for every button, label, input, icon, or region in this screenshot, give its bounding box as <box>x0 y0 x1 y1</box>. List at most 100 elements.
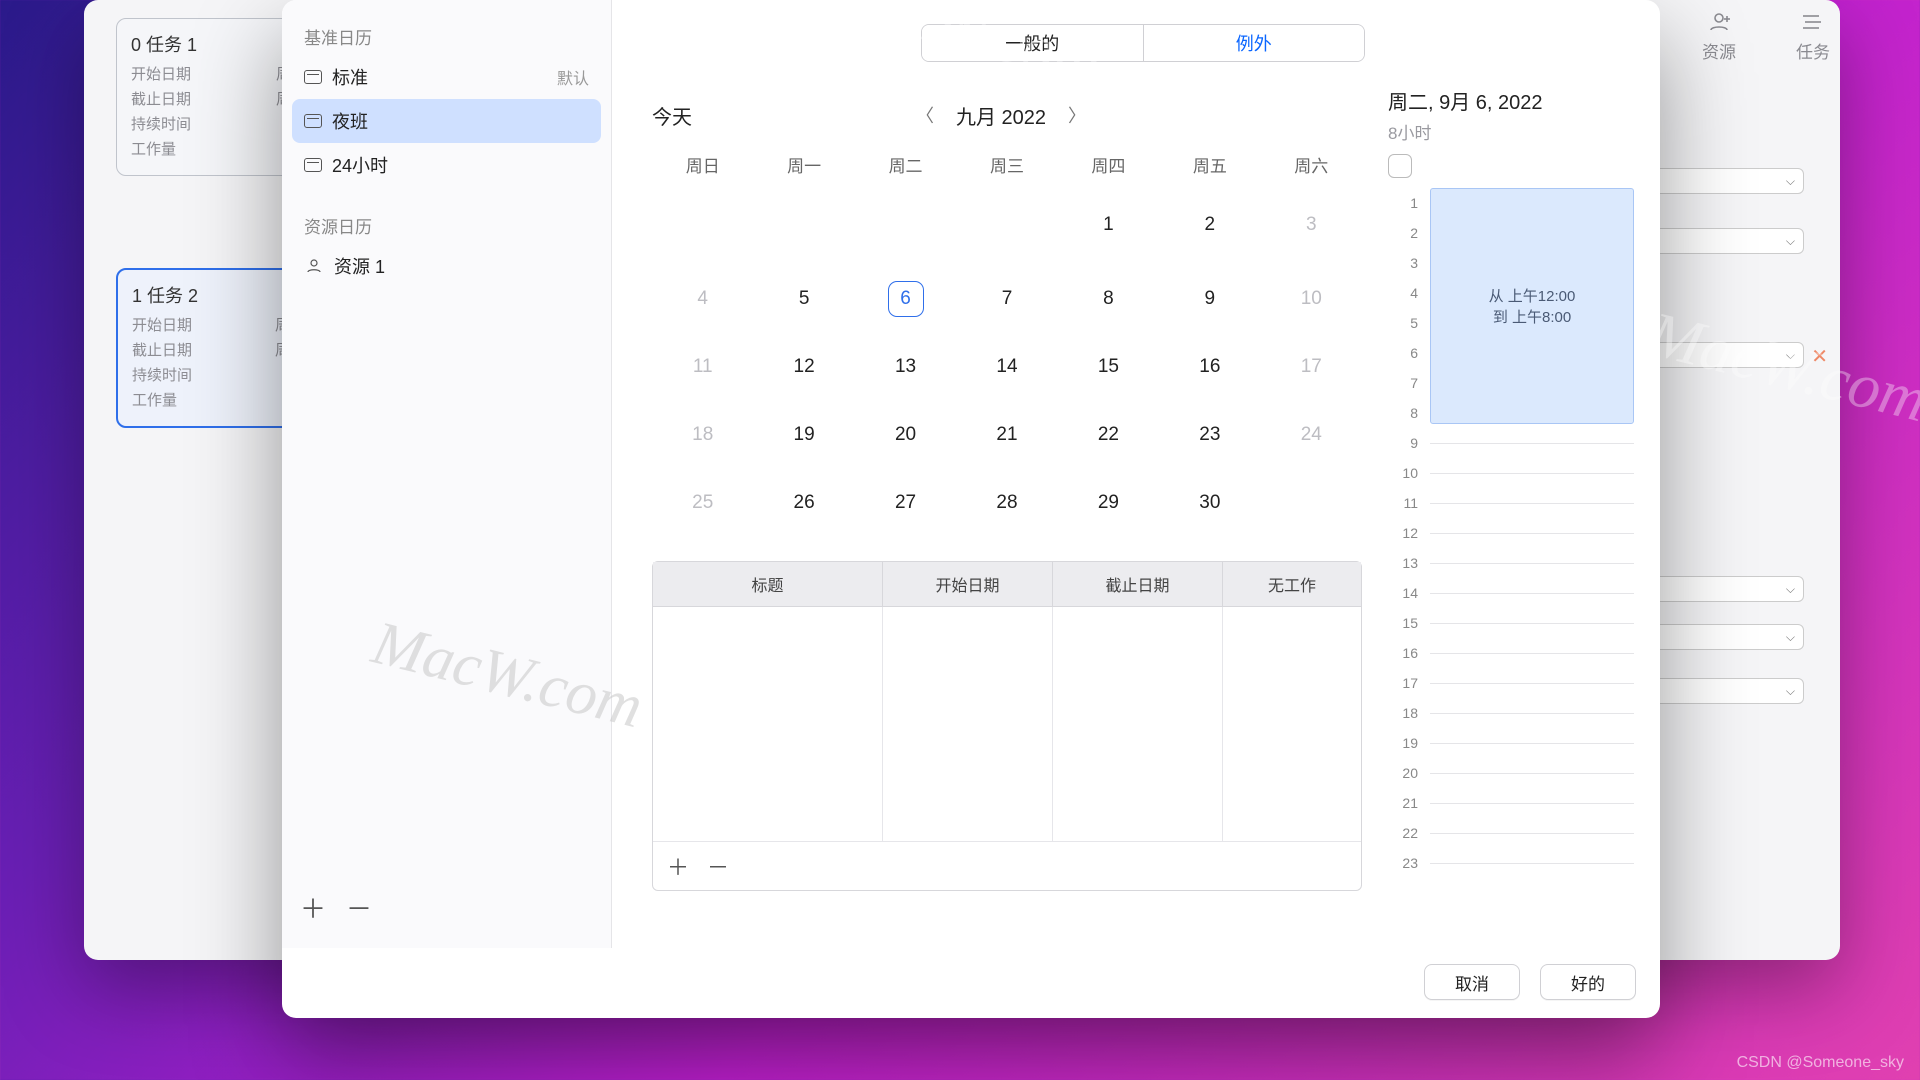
segmented-control: 一般的 例外 <box>921 24 1365 62</box>
calendar-day[interactable]: 7 <box>956 265 1057 333</box>
hour-label: 7 <box>1388 368 1424 398</box>
calendar-day[interactable]: 19 <box>753 401 854 469</box>
allday-checkbox[interactable] <box>1388 154 1412 178</box>
calendar-day[interactable]: 6 <box>855 265 956 333</box>
hour-label: 2 <box>1388 218 1424 248</box>
hour-label: 13 <box>1388 548 1424 578</box>
calendar-day[interactable]: 5 <box>753 265 854 333</box>
task-card-1[interactable]: 1 任务 2 开始日期周 截止日期周 持续时间1 工作量1 <box>116 268 306 428</box>
bg-field-2[interactable]: ⌵ <box>1644 228 1804 254</box>
calendar-day <box>855 191 956 265</box>
table-remove-button[interactable]: － <box>707 850 729 882</box>
calendar-day[interactable]: 23 <box>1159 401 1260 469</box>
next-month-button[interactable]: 〉 <box>1062 98 1092 132</box>
bg-field-6[interactable]: ⌵ <box>1644 678 1804 704</box>
calendar-day[interactable]: 12 <box>753 333 854 401</box>
toolbar-tasks[interactable]: 任务 <box>1796 10 1830 63</box>
day-timeline[interactable]: 1234567891011121314151617181920212223 从 … <box>1388 188 1634 928</box>
col-nowork[interactable]: 无工作 <box>1223 562 1361 606</box>
calendar-day <box>753 191 854 265</box>
hour-label: 15 <box>1388 608 1424 638</box>
calendar-day[interactable]: 8 <box>1058 265 1159 333</box>
sidebar-item-standard[interactable]: 标准 默认 <box>292 55 601 99</box>
bg-field-3[interactable]: ⌵ <box>1644 342 1804 368</box>
duration-label: 8小时 <box>1388 119 1634 144</box>
calendar-day <box>956 191 1057 265</box>
calendar-day[interactable]: 1 <box>1058 191 1159 265</box>
task-card-0[interactable]: 0 任务 1 开始日期周 截止日期周 持续时间1 工作量1 <box>116 18 306 176</box>
hour-label: 11 <box>1388 488 1424 518</box>
calendar-day[interactable]: 13 <box>855 333 956 401</box>
calendar-day[interactable]: 3 <box>1261 191 1362 265</box>
calendar-dialog: 基准日历 标准 默认 夜班 24小时 资源日历 资源 1 ＋ － <box>282 0 1660 1018</box>
hour-label: 23 <box>1388 848 1424 878</box>
toolbar-resources[interactable]: 资源 <box>1702 10 1736 63</box>
credit-label: CSDN @Someone_sky <box>1737 1054 1904 1072</box>
sidebar-item-nightshift[interactable]: 夜班 <box>292 99 601 143</box>
calendar-day[interactable]: 17 <box>1261 333 1362 401</box>
calendar-day[interactable]: 9 <box>1159 265 1260 333</box>
calendar-icon <box>304 158 322 172</box>
sidebar: 基准日历 标准 默认 夜班 24小时 资源日历 资源 1 ＋ － <box>282 0 612 948</box>
calendar-day[interactable]: 20 <box>855 401 956 469</box>
calendar-day[interactable]: 16 <box>1159 333 1260 401</box>
ok-button[interactable]: 好的 <box>1540 964 1636 1000</box>
col-title[interactable]: 标题 <box>653 562 883 606</box>
weekday-header: 周一 <box>753 142 854 191</box>
calendar-day[interactable]: 30 <box>1159 469 1260 543</box>
hour-label: 1 <box>1388 188 1424 218</box>
calendar-day[interactable]: 11 <box>652 333 753 401</box>
calendar-day[interactable]: 26 <box>753 469 854 543</box>
exceptions-table: 标题 开始日期 截止日期 无工作 ＋ － <box>652 561 1362 891</box>
col-end[interactable]: 截止日期 <box>1053 562 1223 606</box>
calendar-day[interactable]: 21 <box>956 401 1057 469</box>
calendar-day[interactable]: 4 <box>652 265 753 333</box>
hour-label: 20 <box>1388 758 1424 788</box>
hour-label: 17 <box>1388 668 1424 698</box>
hour-label: 6 <box>1388 338 1424 368</box>
bg-field-1[interactable]: ⌵ <box>1644 168 1804 194</box>
hour-label: 18 <box>1388 698 1424 728</box>
hour-label: 21 <box>1388 788 1424 818</box>
calendar-icon <box>304 114 322 128</box>
col-start[interactable]: 开始日期 <box>883 562 1053 606</box>
prev-month-button[interactable]: 〈 <box>910 98 940 132</box>
calendar-day[interactable]: 25 <box>652 469 753 543</box>
calendar-day[interactable]: 18 <box>652 401 753 469</box>
calendar-day[interactable]: 15 <box>1058 333 1159 401</box>
sidebar-add-button[interactable]: ＋ <box>300 889 326 926</box>
weekday-header: 周三 <box>956 142 1057 191</box>
calendar-day <box>1261 469 1362 543</box>
calendar-day[interactable]: 22 <box>1058 401 1159 469</box>
bg-field-5[interactable]: ⌵ <box>1644 624 1804 650</box>
weekday-header: 周四 <box>1058 142 1159 191</box>
hour-label: 5 <box>1388 308 1424 338</box>
bg-field-4[interactable]: ⌵ <box>1644 576 1804 602</box>
sidebar-remove-button[interactable]: － <box>346 889 372 926</box>
hour-label: 10 <box>1388 458 1424 488</box>
calendar-day[interactable]: 14 <box>956 333 1057 401</box>
calendar-day[interactable]: 28 <box>956 469 1057 543</box>
table-add-button[interactable]: ＋ <box>667 850 689 882</box>
tab-exception[interactable]: 例外 <box>1143 25 1365 61</box>
work-block[interactable]: 从 上午12:00 到 上午8:00 <box>1430 188 1634 424</box>
calendar-day[interactable]: 24 <box>1261 401 1362 469</box>
sidebar-item-resource-1[interactable]: 资源 1 <box>292 244 601 288</box>
sidebar-item-24hour[interactable]: 24小时 <box>292 143 601 187</box>
today-button[interactable]: 今天 <box>652 101 692 130</box>
hour-label: 22 <box>1388 818 1424 848</box>
hour-label: 12 <box>1388 518 1424 548</box>
cancel-button[interactable]: 取消 <box>1424 964 1520 1000</box>
weekday-header: 周日 <box>652 142 753 191</box>
bg-delete-icon[interactable]: ✕ <box>1811 344 1828 369</box>
person-icon <box>304 257 324 275</box>
calendar-day[interactable]: 27 <box>855 469 956 543</box>
calendar-day[interactable]: 2 <box>1159 191 1260 265</box>
tab-general[interactable]: 一般的 <box>922 25 1143 61</box>
hour-label: 3 <box>1388 248 1424 278</box>
hour-label: 4 <box>1388 278 1424 308</box>
month-label: 九月 2022 <box>956 101 1046 130</box>
calendar-day[interactable]: 10 <box>1261 265 1362 333</box>
calendar-day[interactable]: 29 <box>1058 469 1159 543</box>
hour-label: 14 <box>1388 578 1424 608</box>
